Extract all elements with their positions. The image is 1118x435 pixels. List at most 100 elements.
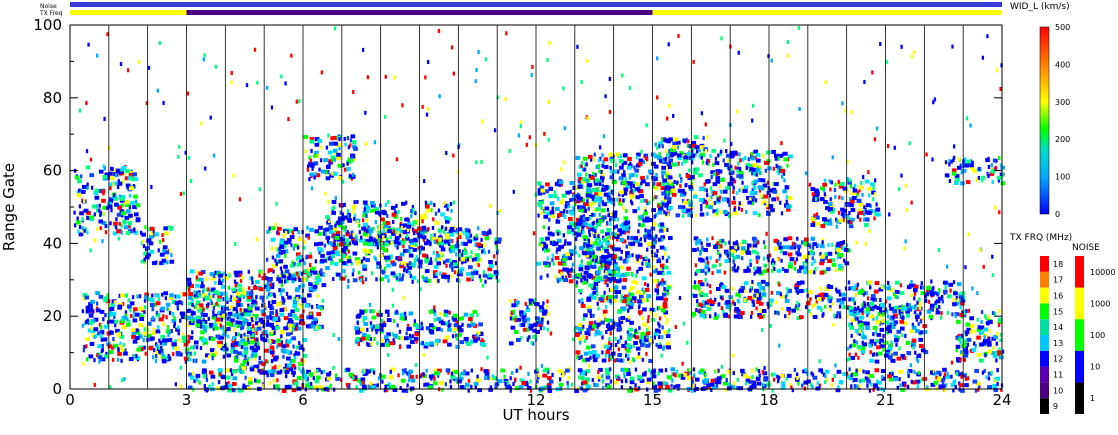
data-point (565, 368, 570, 373)
data-point (356, 259, 361, 264)
data-point (581, 297, 584, 302)
data-point (424, 269, 430, 274)
data-point (429, 242, 432, 247)
data-point (244, 317, 247, 322)
data-point (564, 214, 567, 219)
data-point (577, 184, 583, 189)
data-point (114, 202, 119, 207)
data-point (918, 297, 921, 302)
data-point (249, 367, 255, 372)
data-point (292, 372, 295, 377)
data-point (609, 331, 612, 336)
data-point (946, 371, 949, 376)
data-point (755, 255, 761, 260)
data-point (515, 368, 518, 373)
data-point (408, 369, 414, 374)
data-point (401, 273, 405, 278)
data-point (536, 261, 542, 266)
data-point (95, 301, 99, 306)
data-point (74, 175, 80, 180)
data-point (617, 326, 623, 331)
data-point (610, 231, 616, 236)
data-point (386, 213, 389, 218)
data-point (80, 174, 83, 179)
data-point (366, 327, 369, 332)
data-point (638, 294, 644, 299)
data-point (100, 334, 103, 339)
data-point (695, 268, 701, 273)
data-point (236, 320, 242, 325)
data-point (163, 226, 168, 231)
data-point (933, 380, 939, 385)
data-point (275, 253, 281, 258)
data-point (577, 322, 583, 327)
data-point (117, 305, 122, 310)
data-point (576, 351, 580, 356)
data-point (603, 164, 609, 169)
data-point (283, 279, 287, 284)
data-point (98, 169, 104, 174)
data-point (836, 369, 842, 374)
data-point (316, 278, 322, 283)
data-point (607, 235, 610, 240)
data-point (473, 381, 479, 386)
data-point (320, 258, 325, 263)
data-point (701, 246, 704, 251)
data-point (165, 302, 171, 307)
data-point (666, 227, 669, 232)
data-point (628, 181, 633, 186)
data-point (265, 287, 271, 292)
data-point (245, 312, 251, 317)
data-point (664, 185, 670, 190)
data-point (942, 280, 948, 285)
data-point (657, 210, 663, 215)
data-point (593, 152, 596, 157)
data-point (142, 244, 146, 249)
data-point (151, 293, 154, 298)
data-point (308, 315, 314, 320)
data-point (351, 376, 355, 381)
data-point (738, 206, 741, 211)
data-point (389, 369, 392, 374)
data-point (596, 186, 599, 191)
data-point (352, 268, 355, 273)
data-point (581, 275, 587, 280)
data-point (618, 198, 622, 203)
data-point (430, 200, 433, 205)
data-point (711, 236, 714, 241)
data-point (792, 241, 795, 246)
data-point (207, 316, 211, 321)
data-point (363, 222, 368, 227)
data-point (271, 369, 276, 374)
data-point (250, 327, 253, 332)
data-point (164, 296, 168, 301)
data-point (582, 244, 586, 249)
data-point (394, 235, 400, 240)
data-point (315, 375, 321, 380)
data-point (279, 312, 285, 317)
data-point (628, 327, 634, 332)
data-point (291, 336, 297, 341)
data-point (802, 255, 807, 260)
data-point (590, 227, 594, 232)
data-point (545, 182, 550, 187)
data-point (215, 317, 221, 322)
data-point (248, 380, 253, 385)
data-point (125, 231, 131, 236)
data-point (761, 369, 764, 375)
data-point (655, 253, 659, 258)
data-point (404, 315, 407, 320)
data-point (198, 303, 204, 308)
data-point (287, 323, 293, 328)
data-point (98, 219, 104, 224)
data-point (784, 268, 789, 273)
data-point (366, 218, 369, 223)
data-point (143, 310, 146, 315)
data-point (511, 370, 514, 375)
data-point (623, 187, 629, 192)
data-point (469, 313, 475, 318)
data-point (389, 235, 392, 240)
data-point (711, 148, 717, 153)
data-point (488, 259, 493, 264)
data-point (801, 383, 804, 388)
